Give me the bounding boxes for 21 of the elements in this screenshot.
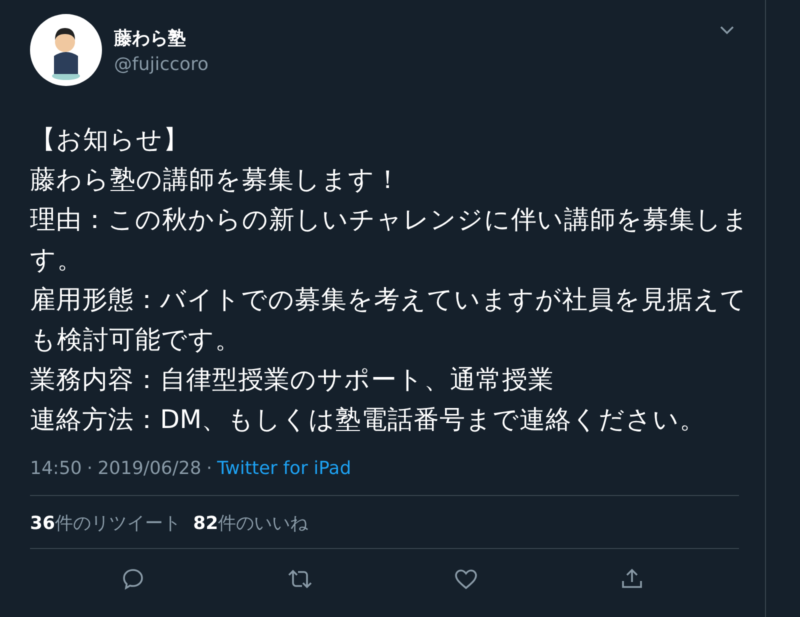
separator: · xyxy=(86,458,93,479)
tweet-text-line: 連絡方法：DM、もしくは塾電話番号まで連絡ください。 xyxy=(30,404,707,437)
caret-icon[interactable] xyxy=(719,25,735,35)
reply-icon[interactable] xyxy=(120,567,145,591)
author-handle[interactable]: @fujiccoro xyxy=(114,54,719,74)
heart-icon[interactable] xyxy=(454,567,478,591)
separator: · xyxy=(206,458,212,479)
tweet-text-line: 【お知らせ】 xyxy=(30,124,190,157)
engagement-count[interactable]: 36件のリツイート xyxy=(30,511,182,535)
tweet-text-line: 業務内容：自律型授業のサポート、通常授業 xyxy=(30,364,555,397)
avatar[interactable] xyxy=(30,14,102,86)
share-icon[interactable] xyxy=(620,567,644,591)
tweet-text-line: 雇用形態：バイトでの募集を考えていますが社員を見据えても検討可能です。 xyxy=(30,284,748,357)
author-name[interactable]: 藤わら塾 xyxy=(114,26,719,50)
source-link[interactable]: Twitter for iPad xyxy=(217,458,352,479)
retweet-icon[interactable] xyxy=(286,567,313,591)
tweet-date[interactable]: 2019/06/28 xyxy=(98,458,202,479)
engagement-count[interactable]: 82件のいいね xyxy=(193,511,308,535)
tweet-text-line: 藤わら塾の講師を募集します！ xyxy=(30,164,402,197)
tweet-time[interactable]: 14:50 xyxy=(30,458,82,479)
tweet-text-line: 理由：この秋からの新しいチャレンジに伴い講師を募集します。 xyxy=(30,204,750,277)
